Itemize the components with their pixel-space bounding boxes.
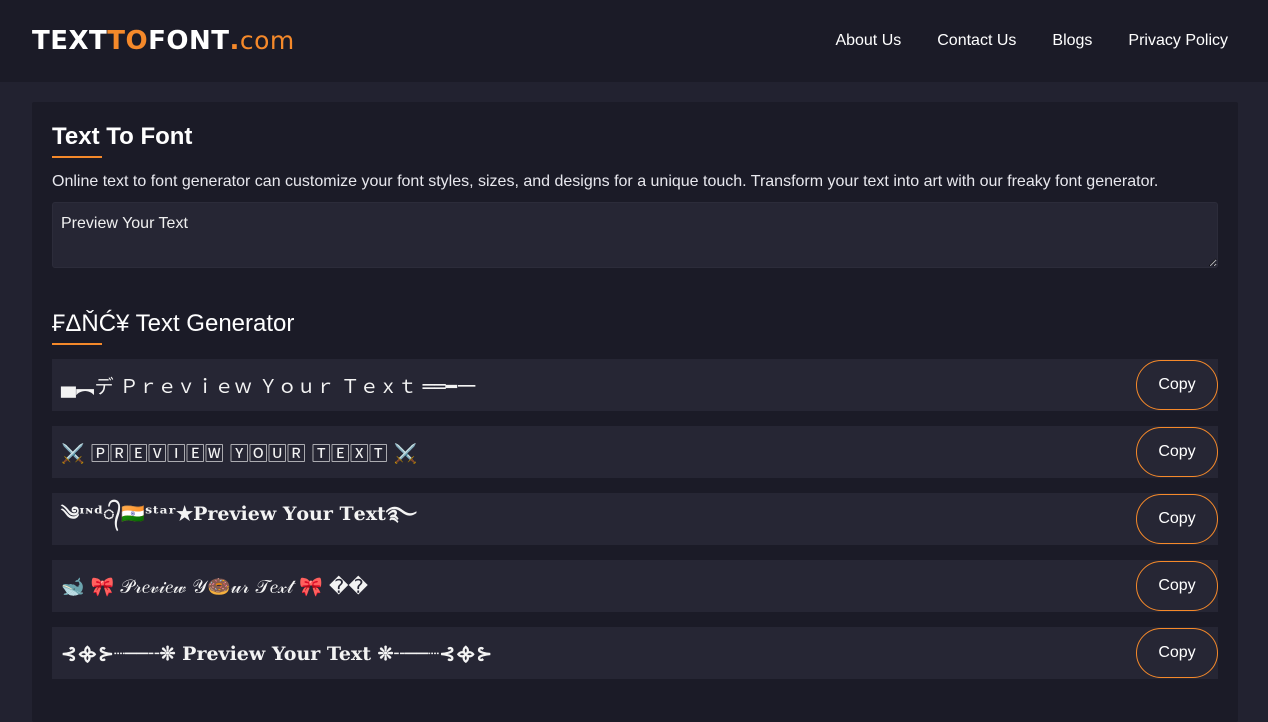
styled-text: ⚔️ 🄿🅁🄴🅅🄸🄴🅆 🅈🄾🅄🅁 🅃🄴🅇🅃 ⚔️ xyxy=(61,442,418,465)
styled-text: ༄ᶦᶰᵈ᭄🇮🇳ˢᵗᵃʳ★𝐏𝐫𝐞𝐯𝐢𝐞𝐰 𝐘𝐨𝐮𝐫 𝐓𝐞𝐱𝐭࿐ xyxy=(61,503,417,525)
list-item: ▄︻デ Ｐｒｅｖｉｅｗ Ｙｏｕｒ Ｔｅｘｔ ══━一 Copy xyxy=(52,359,1218,411)
list-item: 🐋 🎀 𝒫𝓇𝑒𝓋𝒾𝑒𝓌 𝒴🍩𝓊𝓇 𝒯𝑒𝓍𝓉 🎀 �� Copy xyxy=(52,560,1218,612)
page-title: Text To Font xyxy=(52,123,193,150)
list-item: ༄ᶦᶰᵈ᭄🇮🇳ˢᵗᵃʳ★𝐏𝐫𝐞𝐯𝐢𝐞𝐰 𝐘𝐨𝐮𝐫 𝐓𝐞𝐱𝐭࿐ Copy xyxy=(52,493,1218,545)
logo-text-part1: TEXT xyxy=(32,26,108,56)
main-card: Text To Font Online text to font generat… xyxy=(32,102,1238,722)
logo-dot: . xyxy=(229,26,240,56)
logo-text-part2: TO xyxy=(107,26,149,56)
list-item: ⊰᯽⊱┈──╌❊ Preview Your Text ❊╌──┈⊰᯽⊱ Copy xyxy=(52,627,1218,679)
generator-title: ₣ΔŇĆ¥ Text Generator xyxy=(52,310,295,337)
copy-button[interactable]: Copy xyxy=(1136,494,1218,544)
styled-text: ▄︻デ Ｐｒｅｖｉｅｗ Ｙｏｕｒ Ｔｅｘｔ ══━一 xyxy=(61,375,477,398)
nav-privacy-policy[interactable]: Privacy Policy xyxy=(1128,32,1228,50)
top-navbar: TEXT TO FONT . com About Us Contact Us B… xyxy=(0,0,1268,82)
logo-text-part3: FONT xyxy=(148,26,230,56)
page-description: Online text to font generator can custom… xyxy=(52,173,1159,190)
list-item: ⚔️ 🄿🅁🄴🅅🄸🄴🅆 🅈🄾🅄🅁 🅃🄴🅇🅃 ⚔️ Copy xyxy=(52,426,1218,478)
preview-text-input[interactable] xyxy=(52,202,1218,268)
font-style-list: ▄︻デ Ｐｒｅｖｉｅｗ Ｙｏｕｒ Ｔｅｘｔ ══━一 Copy ⚔️ 🄿🅁🄴🅅🄸… xyxy=(52,359,1218,679)
nav-contact-us[interactable]: Contact Us xyxy=(937,32,1016,50)
copy-button[interactable]: Copy xyxy=(1136,561,1218,611)
copy-button[interactable]: Copy xyxy=(1136,427,1218,477)
logo-suffix: com xyxy=(239,26,295,55)
styled-text: ⊰᯽⊱┈──╌❊ Preview Your Text ❊╌──┈⊰᯽⊱ xyxy=(61,643,493,665)
styled-text: 🐋 🎀 𝒫𝓇𝑒𝓋𝒾𝑒𝓌 𝒴🍩𝓊𝓇 𝒯𝑒𝓍𝓉 🎀 �� xyxy=(61,575,368,598)
copy-button[interactable]: Copy xyxy=(1136,628,1218,678)
nav-about-us[interactable]: About Us xyxy=(835,32,901,50)
nav-blogs[interactable]: Blogs xyxy=(1052,32,1092,50)
title-underline xyxy=(52,156,102,158)
site-logo[interactable]: TEXT TO FONT . com xyxy=(32,26,295,56)
copy-button[interactable]: Copy xyxy=(1136,360,1218,410)
main-nav: About Us Contact Us Blogs Privacy Policy xyxy=(835,32,1228,50)
generator-title-underline xyxy=(52,343,102,345)
